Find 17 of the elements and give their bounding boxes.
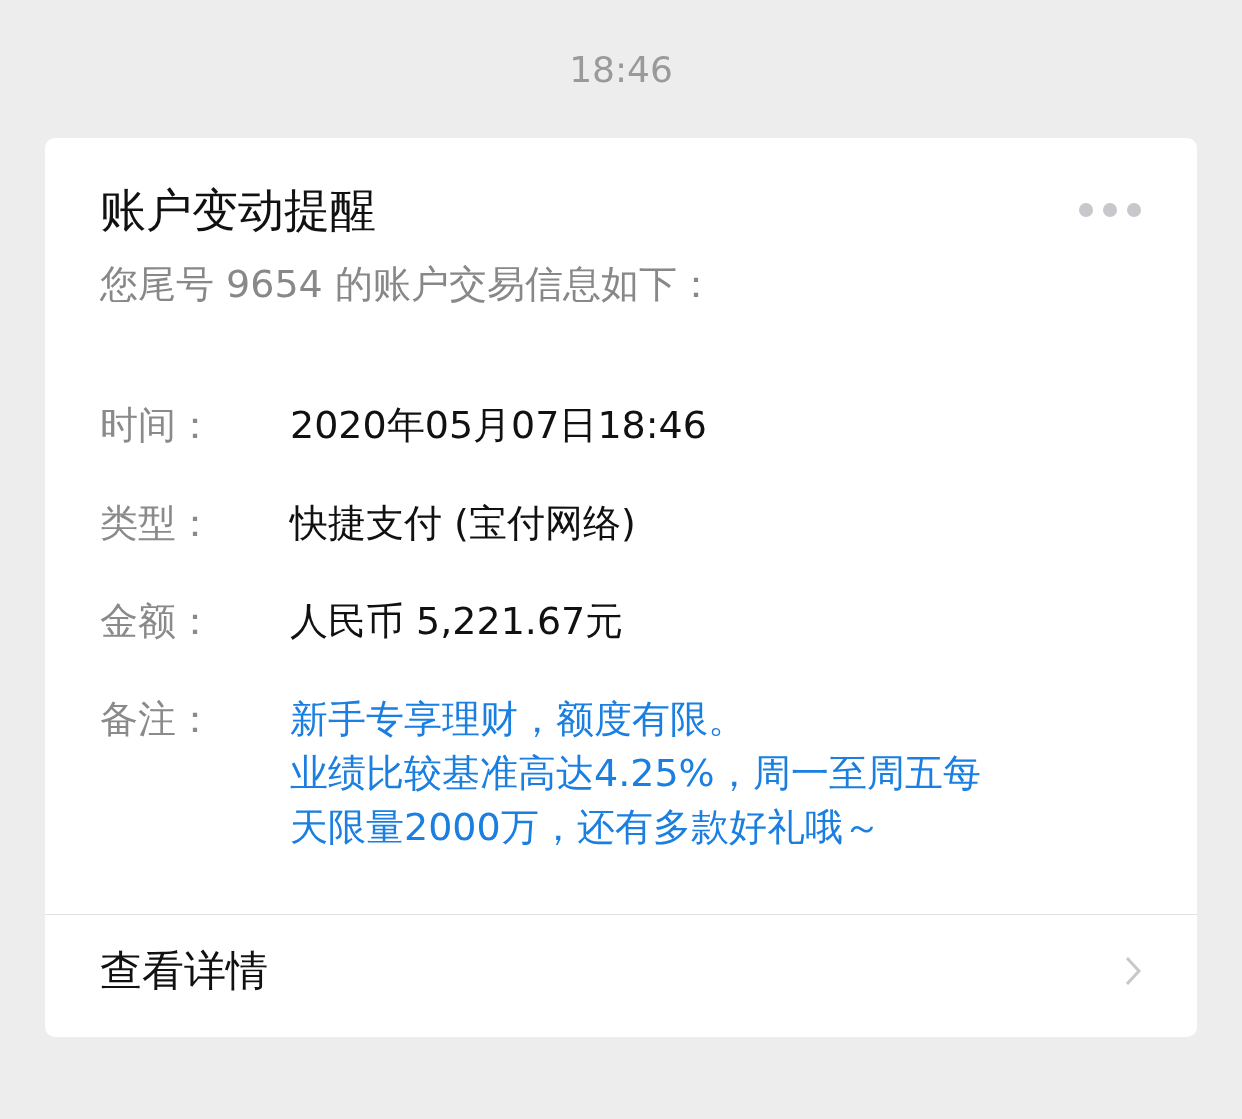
field-label: 类型： [100,500,215,547]
remark-line: 业绩比较基准高达4.25%，周一至周五每 [290,750,981,797]
field-value: 快捷支付 (宝付网络) [290,500,636,547]
card-subtitle: 您尾号 9654 的账户交易信息如下： [100,261,716,308]
field-label: 备注： [100,696,215,743]
field-value: 2020年05月07日18:46 [290,402,707,449]
details-label: 查看详情 [100,945,268,997]
more-icon[interactable] [1078,202,1142,218]
field-value: 人民币 5,221.67元 [290,598,624,645]
card-title: 账户变动提醒 [100,182,376,239]
details-link[interactable]: 查看详情 [45,914,1197,1037]
timestamp: 18:46 [569,48,673,92]
remark-line: 新手专享理财，额度有限。 [290,696,747,743]
field-label: 金额： [100,598,215,645]
chevron-right-icon [1124,955,1142,987]
remark-line: 天限量2000万，还有多款好礼哦～ [290,804,882,851]
field-label: 时间： [100,402,215,449]
